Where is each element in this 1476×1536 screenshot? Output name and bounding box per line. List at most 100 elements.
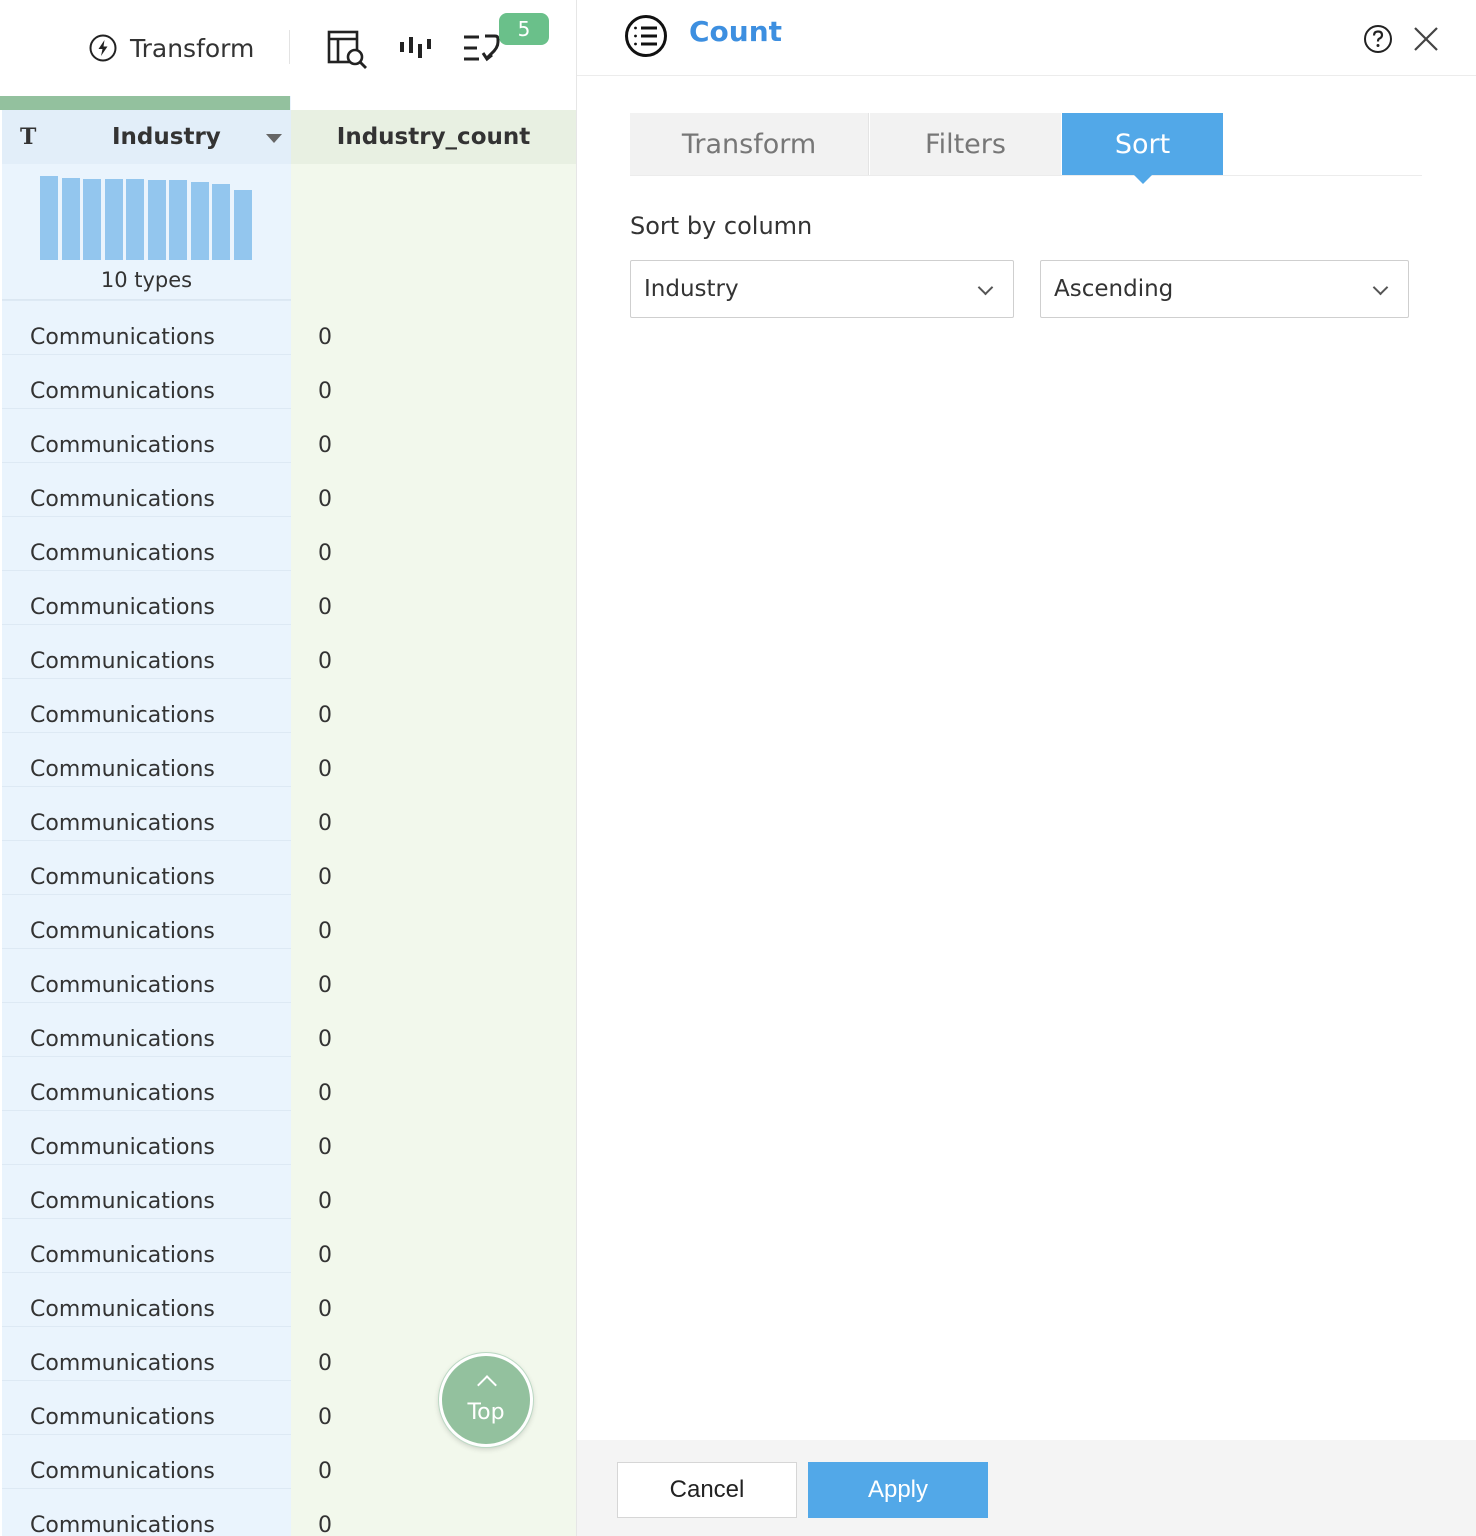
cancel-button[interactable]: Cancel (617, 1462, 797, 1518)
industry-count-cell[interactable]: 0 (318, 678, 332, 732)
industry-cell[interactable]: Communications (30, 1380, 215, 1434)
industry-cell[interactable]: Communications (30, 1056, 215, 1110)
industry-count-cell[interactable]: 0 (318, 840, 332, 894)
industry-count-cell[interactable]: 0 (318, 570, 332, 624)
industry-count-cell[interactable]: 0 (318, 408, 332, 462)
industry-cell[interactable]: Communications (30, 624, 215, 678)
tab-transform[interactable]: Transform (630, 113, 869, 175)
history-count-badge: 5 (499, 13, 549, 45)
industry-cell[interactable]: Communications (30, 894, 215, 948)
table-row[interactable]: Communications 0 (0, 516, 576, 570)
industry-cell[interactable]: Communications (30, 462, 215, 516)
table-row[interactable]: Communications 0 (0, 1110, 576, 1164)
tab-filters[interactable]: Filters (870, 113, 1061, 175)
table-row[interactable]: Communications 0 (0, 1218, 576, 1272)
industry-cell[interactable]: Communications (30, 840, 215, 894)
data-grid-pane: Transform 5 T Industry Industry_count 10… (0, 0, 576, 1536)
table-row[interactable]: Communications 0 (0, 300, 576, 354)
table-row[interactable]: Communications 0 (0, 1164, 576, 1218)
industry-cell[interactable]: Communications (30, 1002, 215, 1056)
histogram-bar (190, 182, 209, 260)
bar-signal-icon (400, 37, 431, 58)
table-row[interactable]: Communications 0 (0, 462, 576, 516)
table-row[interactable]: Communications 0 (0, 1272, 576, 1326)
industry-count-column-header[interactable]: Industry_count (291, 110, 576, 164)
profile-bars-button[interactable] (396, 28, 440, 72)
table-row[interactable]: Communications 0 (0, 1056, 576, 1110)
sort-column-select[interactable]: Industry (630, 260, 1014, 318)
table-row[interactable]: Communications 0 (0, 1002, 576, 1056)
table-row[interactable]: Communications 0 (0, 732, 576, 786)
industry-cell[interactable]: Communications (30, 408, 215, 462)
scroll-top-label: Top (467, 1400, 505, 1425)
industry-count-cell[interactable]: 0 (318, 1002, 332, 1056)
industry-cell[interactable]: Communications (30, 1110, 215, 1164)
industry-cell[interactable]: Communications (30, 948, 215, 1002)
industry-cell[interactable]: Communications (30, 1434, 215, 1488)
industry-cell[interactable]: Communications (30, 1272, 215, 1326)
sort-order-select[interactable]: Ascending (1040, 260, 1409, 318)
industry-cell[interactable]: Communications (30, 570, 215, 624)
industry-cell[interactable]: Communications (30, 678, 215, 732)
industry-count-cell[interactable]: 0 (318, 786, 332, 840)
histogram-bar (233, 190, 252, 260)
industry-count-cell[interactable]: 0 (318, 300, 332, 354)
table-row[interactable]: Communications 0 (0, 948, 576, 1002)
industry-count-cell[interactable]: 0 (318, 462, 332, 516)
industry-count-cell[interactable]: 0 (318, 1434, 332, 1488)
help-icon[interactable] (1363, 24, 1393, 54)
table-row[interactable]: Communications 0 (0, 894, 576, 948)
scroll-top-button[interactable]: Top (439, 1353, 533, 1447)
grid-toolbar: Transform 5 (0, 0, 576, 96)
column-histogram[interactable]: 10 types (2, 164, 291, 300)
text-type-icon: T (20, 124, 37, 150)
tab-sort[interactable]: Sort (1062, 113, 1223, 184)
industry-count-cell[interactable]: 0 (318, 894, 332, 948)
table-row[interactable]: Communications 0 (0, 840, 576, 894)
industry-cell[interactable]: Communications (30, 786, 215, 840)
data-grid: T Industry Industry_count 10 types Commu… (0, 96, 576, 1536)
industry-count-cell[interactable]: 0 (318, 1488, 332, 1536)
industry-cell[interactable]: Communications (30, 1218, 215, 1272)
table-row[interactable]: Communications 0 (0, 570, 576, 624)
chevron-down-icon (1372, 279, 1389, 296)
histogram-bar (104, 179, 123, 260)
industry-cell[interactable]: Communications (30, 354, 215, 408)
transform-toolbar-button[interactable]: Transform (88, 30, 254, 66)
industry-column-header[interactable]: T Industry (2, 110, 291, 164)
histogram-type-count: 10 types (100, 268, 193, 292)
apply-button[interactable]: Apply (808, 1462, 988, 1518)
close-icon[interactable] (1411, 24, 1441, 54)
panel-header: Count (577, 0, 1476, 76)
industry-count-cell[interactable]: 0 (318, 1326, 332, 1380)
industry-count-cell[interactable]: 0 (318, 624, 332, 678)
histogram-bar (169, 180, 187, 260)
industry-count-cell[interactable]: 0 (318, 516, 332, 570)
industry-cell[interactable]: Communications (30, 516, 215, 570)
table-search-button[interactable] (326, 28, 370, 72)
histogram-bar (40, 176, 58, 260)
table-row[interactable]: Communications 0 (0, 678, 576, 732)
industry-count-cell[interactable]: 0 (318, 948, 332, 1002)
industry-cell[interactable]: Communications (30, 732, 215, 786)
industry-count-cell[interactable]: 0 (318, 732, 332, 786)
industry-cell[interactable]: Communications (30, 300, 215, 354)
table-row[interactable]: Communications 0 (0, 1488, 576, 1536)
grid-rows: Communications 0 Communications 0 Communicat… (0, 300, 576, 1536)
industry-count-cell[interactable]: 0 (318, 1272, 332, 1326)
table-search-icon (327, 30, 367, 69)
industry-cell[interactable]: Communications (30, 1326, 215, 1380)
industry-cell[interactable]: Communications (30, 1164, 215, 1218)
table-row[interactable]: Communications 0 (0, 354, 576, 408)
table-row[interactable]: Communications 0 (0, 786, 576, 840)
industry-count-cell[interactable]: 0 (318, 1380, 332, 1434)
industry-count-cell[interactable]: 0 (318, 1056, 332, 1110)
industry-count-cell[interactable]: 0 (318, 1110, 332, 1164)
industry-count-cell[interactable]: 0 (318, 1218, 332, 1272)
column-menu-caret-icon[interactable] (266, 134, 282, 143)
industry-count-cell[interactable]: 0 (318, 1164, 332, 1218)
industry-cell[interactable]: Communications (30, 1488, 215, 1536)
table-row[interactable]: Communications 0 (0, 624, 576, 678)
industry-count-cell[interactable]: 0 (318, 354, 332, 408)
table-row[interactable]: Communications 0 (0, 408, 576, 462)
